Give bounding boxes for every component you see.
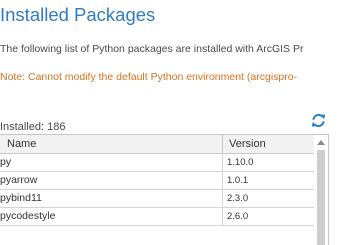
description-text: The following list of Python packages ar… bbox=[0, 43, 304, 55]
table-row[interactable]: py 1.10.0 bbox=[0, 154, 314, 172]
package-version: 2.6.0 bbox=[227, 211, 249, 222]
package-name: pycodestyle bbox=[0, 210, 56, 222]
installed-count: Installed: 186 bbox=[0, 121, 66, 133]
table-row[interactable]: pybind11 2.3.0 bbox=[0, 190, 314, 208]
scrollbar-thumb[interactable] bbox=[317, 150, 325, 245]
column-header-name[interactable]: Name bbox=[7, 138, 36, 150]
column-divider[interactable] bbox=[222, 135, 223, 153]
column-divider bbox=[222, 154, 223, 171]
vertical-scrollbar[interactable] bbox=[314, 135, 328, 245]
column-header-version[interactable]: Version bbox=[229, 138, 266, 150]
column-divider bbox=[222, 190, 223, 207]
chevron-up-icon[interactable] bbox=[317, 140, 325, 145]
packages-table: Name Version py 1.10.0 pyarrow 1.0.1 pyb… bbox=[0, 134, 329, 245]
column-divider bbox=[222, 208, 223, 225]
table-header: Name Version bbox=[0, 135, 314, 154]
package-name: py bbox=[0, 156, 12, 168]
page-title: Installed Packages bbox=[0, 4, 156, 25]
package-version: 1.10.0 bbox=[227, 157, 254, 168]
refresh-icon bbox=[311, 113, 326, 128]
package-version: 2.3.0 bbox=[227, 193, 249, 204]
environment-note: Note: Cannot modify the default Python e… bbox=[0, 71, 298, 83]
column-divider bbox=[222, 172, 223, 189]
package-name: pybind11 bbox=[0, 192, 42, 204]
package-version: 1.0.1 bbox=[227, 175, 249, 186]
table-row[interactable]: pycodestyle 2.6.0 bbox=[0, 208, 314, 226]
refresh-button[interactable] bbox=[311, 113, 326, 128]
package-name: pyarrow bbox=[0, 174, 38, 186]
table-body: py 1.10.0 pyarrow 1.0.1 pybind11 2.3.0 p… bbox=[0, 154, 314, 226]
table-row[interactable]: pyarrow 1.0.1 bbox=[0, 172, 314, 190]
